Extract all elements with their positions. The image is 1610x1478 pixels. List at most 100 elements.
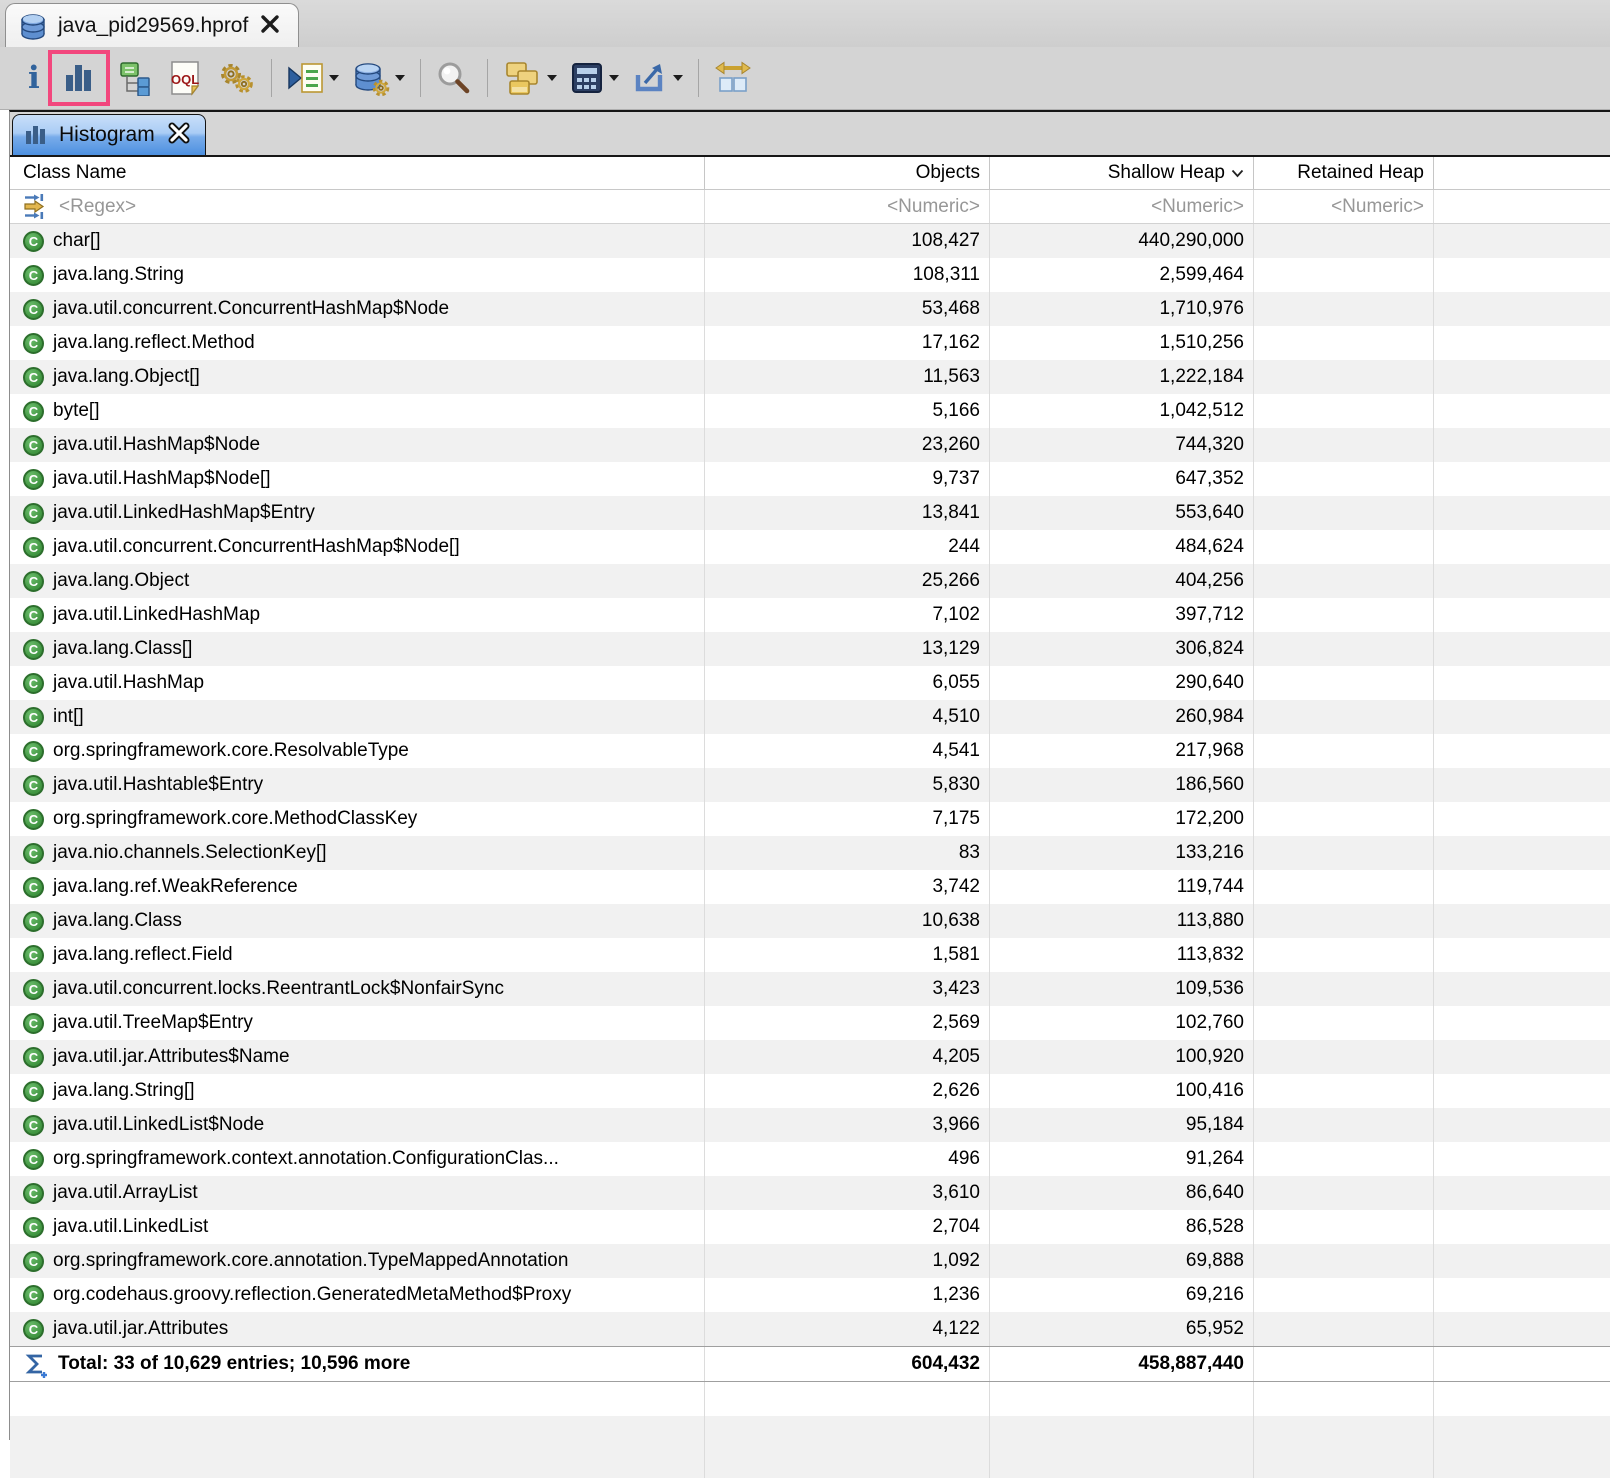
table-row[interactable]: C org.springframework.context.annotation… xyxy=(10,1142,1610,1176)
table-row[interactable]: C java.lang.Object 25,266 404,256 xyxy=(10,564,1610,598)
table-row[interactable]: C java.util.TreeMap$Entry 2,569 102,760 xyxy=(10,1006,1610,1040)
query-browser-icon xyxy=(288,63,323,93)
class-icon: C xyxy=(23,1250,44,1272)
objects-cell: 9,737 xyxy=(705,462,990,496)
calculator-button[interactable] xyxy=(563,55,625,101)
retained-heap-cell xyxy=(1254,496,1434,530)
filter-icon xyxy=(24,194,45,219)
class-icon: C xyxy=(23,1182,44,1204)
table-row[interactable]: C java.nio.channels.SelectionKey[] 83 13… xyxy=(10,836,1610,870)
class-name-cell: java.lang.Class[] xyxy=(53,638,193,659)
shallow-heap-cell: 1,710,976 xyxy=(990,292,1254,326)
shallow-heap-cell: 65,952 xyxy=(990,1312,1254,1346)
class-name-cell: java.util.Hashtable$Entry xyxy=(53,774,264,795)
table-row[interactable]: C java.lang.Object[] 11,563 1,222,184 xyxy=(10,360,1610,394)
class-icon: C xyxy=(23,332,44,354)
retained-heap-cell xyxy=(1254,802,1434,836)
heap-objects-button[interactable] xyxy=(345,55,411,101)
table-row[interactable]: C org.springframework.core.annotation.Ty… xyxy=(10,1244,1610,1278)
table-row[interactable]: C java.util.jar.Attributes 4,122 65,952 xyxy=(10,1312,1610,1346)
table-row[interactable]: C java.util.LinkedList 2,704 86,528 xyxy=(10,1210,1610,1244)
table-row[interactable]: C java.util.jar.Attributes$Name 4,205 10… xyxy=(10,1040,1610,1074)
fit-columns-button[interactable] xyxy=(708,55,758,101)
class-icon: C xyxy=(23,978,44,1000)
table-row[interactable]: C byte[] 5,166 1,042,512 xyxy=(10,394,1610,428)
table-row[interactable]: C java.util.HashMap$Node 23,260 744,320 xyxy=(10,428,1610,462)
table-row[interactable]: C java.lang.String 108,311 2,599,464 xyxy=(10,258,1610,292)
table-row[interactable]: C char[] 108,427 440,290,000 xyxy=(10,224,1610,258)
sum-icon xyxy=(25,1354,47,1378)
dominator-tree-icon xyxy=(120,62,150,96)
table-row[interactable]: C java.util.concurrent.ConcurrentHashMap… xyxy=(10,530,1610,564)
class-icon: C xyxy=(23,842,44,864)
table-row[interactable]: C java.util.LinkedHashMap$Entry 13,841 5… xyxy=(10,496,1610,530)
table-row[interactable]: C java.lang.reflect.Method 17,162 1,510,… xyxy=(10,326,1610,360)
numeric-filter-field[interactable]: <Numeric> xyxy=(1254,190,1434,223)
table-row[interactable]: C java.util.ArrayList 3,610 86,640 xyxy=(10,1176,1610,1210)
shallow-heap-cell: 133,216 xyxy=(990,836,1254,870)
class-icon: C xyxy=(23,1148,44,1170)
table-row[interactable]: C java.lang.String[] 2,626 100,416 xyxy=(10,1074,1610,1108)
table-row[interactable]: C java.util.LinkedList$Node 3,966 95,184 xyxy=(10,1108,1610,1142)
dropdown-arrow-icon[interactable] xyxy=(394,75,405,81)
table-row[interactable]: C java.util.HashMap 6,055 290,640 xyxy=(10,666,1610,700)
column-header-class-name[interactable]: Class Name xyxy=(10,157,705,189)
table-row[interactable]: C java.lang.Class 10,638 113,880 xyxy=(10,904,1610,938)
export-button[interactable] xyxy=(625,55,689,101)
dropdown-arrow-icon[interactable] xyxy=(672,75,683,81)
histogram-button[interactable] xyxy=(55,55,103,101)
table-row[interactable]: C int[] 4,510 260,984 xyxy=(10,700,1610,734)
info-button[interactable]: i xyxy=(22,55,46,101)
oql-button[interactable]: OQL xyxy=(160,55,210,101)
dropdown-arrow-icon[interactable] xyxy=(328,75,339,81)
table-row[interactable]: C org.springframework.core.ResolvableTyp… xyxy=(10,734,1610,768)
dropdown-arrow-icon[interactable] xyxy=(608,75,619,81)
class-icon: C xyxy=(23,774,44,796)
objects-cell: 4,122 xyxy=(705,1312,990,1346)
regex-filter-field[interactable]: <Regex> xyxy=(10,190,705,223)
retained-heap-cell xyxy=(1254,598,1434,632)
settings-button[interactable] xyxy=(210,55,262,101)
table-row[interactable]: C org.springframework.core.MethodClassKe… xyxy=(10,802,1610,836)
search-button[interactable] xyxy=(430,55,478,101)
table-row[interactable]: C java.util.concurrent.ConcurrentHashMap… xyxy=(10,292,1610,326)
class-name-cell: java.lang.Class xyxy=(53,910,182,931)
objects-cell: 108,311 xyxy=(705,258,990,292)
objects-cell: 23,260 xyxy=(705,428,990,462)
table-row[interactable]: C java.lang.ref.WeakReference 3,742 119,… xyxy=(10,870,1610,904)
editor-tab-close-icon[interactable] xyxy=(258,12,282,41)
editor-tab-hprof[interactable]: java_pid29569.hprof xyxy=(5,3,300,48)
dominator-tree-button[interactable] xyxy=(112,55,160,101)
dropdown-arrow-icon[interactable] xyxy=(546,75,557,81)
table-row[interactable]: C org.codehaus.groovy.reflection.Generat… xyxy=(10,1278,1610,1312)
numeric-filter-field[interactable]: <Numeric> xyxy=(990,190,1254,223)
column-header-shallow-heap[interactable]: Shallow Heap xyxy=(990,157,1254,189)
class-icon: C xyxy=(23,808,44,830)
table-row[interactable]: C java.lang.reflect.Field 1,581 113,832 xyxy=(10,938,1610,972)
shallow-heap-cell: 290,640 xyxy=(990,666,1254,700)
query-browser-button[interactable] xyxy=(281,55,345,101)
objects-cell: 3,742 xyxy=(705,870,990,904)
table-row[interactable]: C java.util.Hashtable$Entry 5,830 186,56… xyxy=(10,768,1610,802)
grouping-button[interactable] xyxy=(497,55,563,101)
retained-heap-cell xyxy=(1254,666,1434,700)
numeric-filter-field[interactable]: <Numeric> xyxy=(705,190,990,223)
column-header-retained-heap[interactable]: Retained Heap xyxy=(1254,157,1434,189)
objects-cell: 11,563 xyxy=(705,360,990,394)
table-row[interactable]: C java.lang.Class[] 13,129 306,824 xyxy=(10,632,1610,666)
column-header-objects[interactable]: Objects xyxy=(705,157,990,189)
table-row[interactable]: C java.util.LinkedHashMap 7,102 397,712 xyxy=(10,598,1610,632)
class-icon: C xyxy=(23,638,44,660)
class-name-cell: java.lang.Object xyxy=(53,570,190,591)
filter-row: <Regex> <Numeric> <Numeric> <Numeric> xyxy=(10,190,1610,224)
view-tab-close-icon[interactable] xyxy=(166,120,192,151)
total-row[interactable]: Total: 33 of 10,629 entries; 10,596 more… xyxy=(10,1346,1610,1382)
table-row[interactable]: C java.util.concurrent.locks.ReentrantLo… xyxy=(10,972,1610,1006)
objects-cell: 3,423 xyxy=(705,972,990,1006)
class-name-cell: java.util.HashMap$Node xyxy=(53,434,261,455)
shallow-heap-cell: 553,640 xyxy=(990,496,1254,530)
sort-descending-icon xyxy=(1231,169,1244,178)
shallow-heap-cell: 397,712 xyxy=(990,598,1254,632)
tab-histogram[interactable]: Histogram xyxy=(12,114,206,155)
table-row[interactable]: C java.util.HashMap$Node[] 9,737 647,352 xyxy=(10,462,1610,496)
